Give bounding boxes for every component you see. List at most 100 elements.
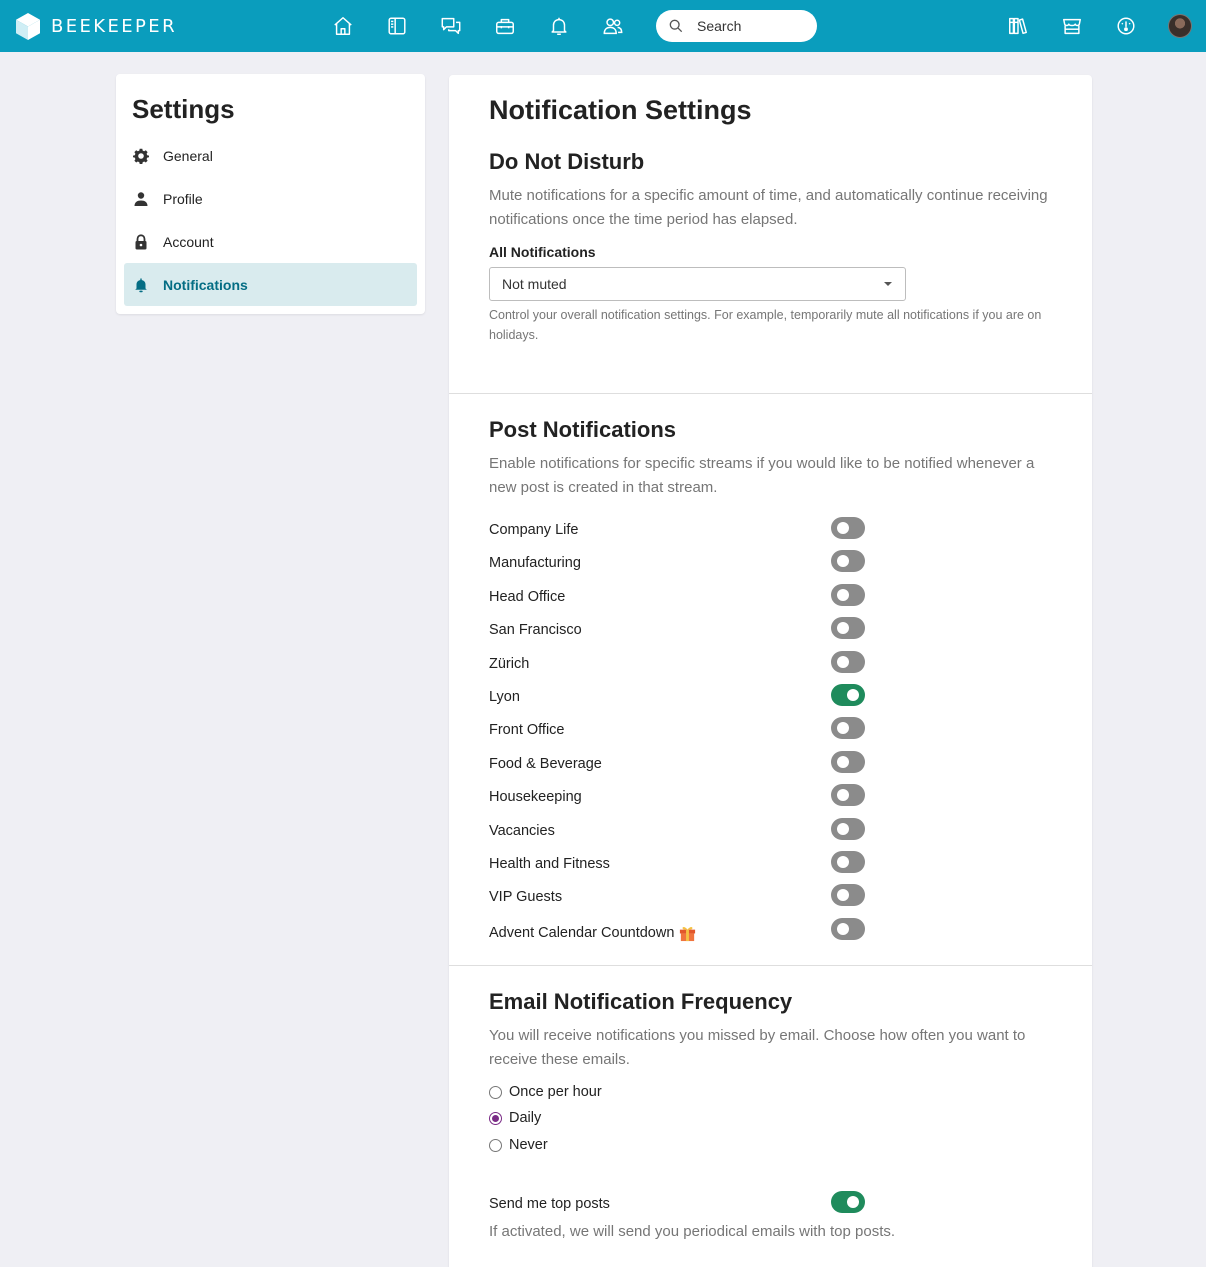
beekeeper-logo-icon <box>16 13 40 40</box>
radio-once-per-hour[interactable]: Once per hour <box>489 1081 602 1103</box>
stream-toggle[interactable] <box>831 751 865 773</box>
gear-icon <box>133 148 149 164</box>
stream-row: VIP Guests <box>489 882 865 915</box>
chevron-down-icon <box>884 282 892 286</box>
people-icon[interactable] <box>600 13 626 39</box>
sidebar-item-notifications[interactable]: Notifications <box>124 263 417 306</box>
stream-row: Lyon <box>489 682 865 715</box>
stream-toggle[interactable] <box>831 550 865 572</box>
stream-toggle[interactable] <box>831 717 865 739</box>
chats-icon[interactable] <box>438 13 464 39</box>
email-frequency-heading: Email Notification Frequency <box>489 989 793 1014</box>
stream-name: Health and Fitness <box>489 856 610 872</box>
stream-row: Zürich <box>489 649 865 682</box>
stream-name: VIP Guests <box>489 889 563 905</box>
stream-name: Housekeeping <box>489 789 582 805</box>
stream-toggle[interactable] <box>831 884 865 906</box>
avatar[interactable] <box>1168 14 1192 38</box>
stream-row: Head Office <box>489 582 865 615</box>
library-icon[interactable] <box>1005 13 1031 39</box>
sidebar-item-general[interactable]: General <box>124 134 417 177</box>
radio-button[interactable] <box>489 1111 502 1125</box>
search-bar[interactable] <box>656 10 817 42</box>
radio-label: Daily <box>509 1110 542 1126</box>
stream-row: Vacancies <box>489 816 865 849</box>
brand[interactable]: BEEKEEPER <box>16 13 177 40</box>
bell-icon <box>133 277 149 293</box>
streams-icon[interactable] <box>384 13 410 39</box>
stream-row: San Francisco <box>489 615 865 648</box>
stream-name: Company Life <box>489 522 579 538</box>
stream-name: Head Office <box>489 589 566 605</box>
stream-row: Food & Beverage <box>489 749 865 782</box>
dnd-description: Mute notifications for a specific amount… <box>489 187 1048 228</box>
person-icon <box>133 191 149 207</box>
settings-sidebar: Settings General Profile Account Notific… <box>116 74 425 314</box>
stream-toggle[interactable] <box>831 851 865 873</box>
all-notifications-label: All Notifications <box>489 244 596 260</box>
stream-row: Front Office <box>489 715 865 748</box>
radio-never[interactable]: Never <box>489 1134 548 1156</box>
home-icon[interactable] <box>330 13 356 39</box>
radio-button[interactable] <box>489 1138 502 1152</box>
stream-toggle[interactable] <box>831 784 865 806</box>
store-icon[interactable] <box>1059 13 1085 39</box>
lock-icon <box>133 233 149 250</box>
stream-toggle[interactable] <box>831 818 865 840</box>
brand-name: BEEKEEPER <box>51 16 177 37</box>
stream-toggle[interactable] <box>831 684 865 706</box>
post-notifications-description: Enable notifications for specific stream… <box>489 455 1035 496</box>
post-notifications-heading: Post Notifications <box>489 417 677 442</box>
stream-name-wrapper: Advent Calendar Countdown <box>489 923 697 942</box>
stream-toggle[interactable] <box>831 617 865 639</box>
mute-hint: Control your overall notification settin… <box>489 308 1042 342</box>
stream-row: Health and Fitness <box>489 849 865 882</box>
stream-row: Advent Calendar Countdown <box>489 916 865 949</box>
stream-toggle[interactable] <box>831 918 865 940</box>
dashboard-icon[interactable] <box>1113 13 1139 39</box>
stream-name: Front Office <box>489 722 565 738</box>
gift-icon <box>680 927 696 942</box>
top-bar: BEEKEEPER <box>0 0 1206 52</box>
stream-row: Company Life <box>489 515 865 548</box>
top-posts-toggle[interactable] <box>831 1191 865 1213</box>
stream-name: San Francisco <box>489 622 582 638</box>
sidebar-item-label: Account <box>163 233 214 250</box>
sidebar-item-account[interactable]: Account <box>124 220 417 263</box>
stream-name: Manufacturing <box>489 555 581 571</box>
section-divider <box>449 393 1092 394</box>
radio-label: Never <box>509 1137 548 1153</box>
toolbox-icon[interactable] <box>492 13 518 39</box>
stream-name: Zürich <box>489 656 530 672</box>
stream-toggle[interactable] <box>831 651 865 673</box>
sidebar-item-label: Profile <box>163 190 203 207</box>
page-title: Notification Settings <box>489 95 752 125</box>
search-icon <box>669 19 683 33</box>
stream-row: Housekeeping <box>489 782 865 815</box>
stream-toggle[interactable] <box>831 584 865 606</box>
stream-name: Lyon <box>489 689 520 705</box>
sidebar-item-label: Notifications <box>163 276 248 293</box>
stream-row: Manufacturing <box>489 548 865 581</box>
sidebar-title: Settings <box>132 94 235 124</box>
radio-label: Once per hour <box>509 1084 602 1100</box>
search-input[interactable] <box>697 18 807 34</box>
sidebar-item-label: General <box>163 147 213 164</box>
radio-button[interactable] <box>489 1085 502 1099</box>
dnd-heading: Do Not Disturb <box>489 149 645 174</box>
stream-name: Advent Calendar Countdown <box>489 924 675 941</box>
bell-icon[interactable] <box>546 13 572 39</box>
section-divider <box>449 965 1092 966</box>
email-frequency-description: You will receive notifications you misse… <box>489 1027 1026 1068</box>
top-posts-row: Send me top posts <box>489 1189 865 1222</box>
mute-duration-value: Not muted <box>502 276 567 292</box>
stream-name: Vacancies <box>489 823 555 839</box>
top-posts-label: Send me top posts <box>489 1196 610 1212</box>
stream-toggle[interactable] <box>831 517 865 539</box>
stream-name: Food & Beverage <box>489 756 602 772</box>
notification-settings-panel: Notification Settings Do Not Disturb Mut… <box>449 75 1092 1267</box>
top-posts-hint: If activated, we will send you periodica… <box>489 1223 896 1240</box>
sidebar-item-profile[interactable]: Profile <box>124 177 417 220</box>
mute-duration-select[interactable]: Not muted <box>489 267 906 301</box>
radio-daily[interactable]: Daily <box>489 1107 541 1129</box>
